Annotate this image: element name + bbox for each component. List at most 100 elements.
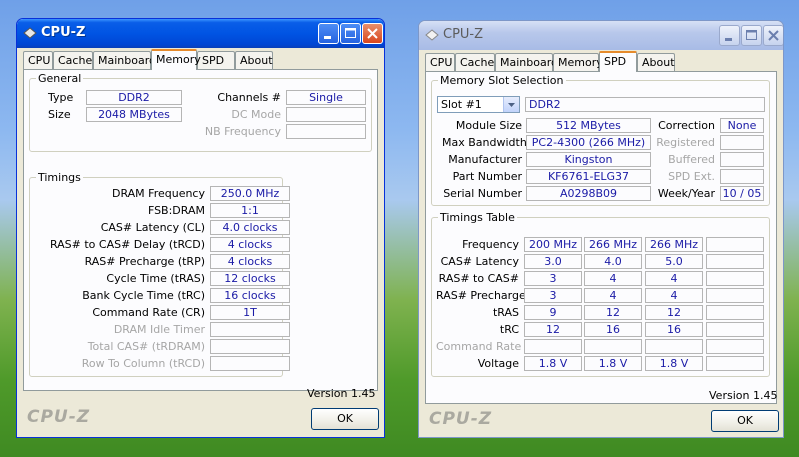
tab-memory[interactable]: Memory (151, 49, 201, 70)
buffered-label: Buffered (668, 153, 715, 166)
timings-table-row-label: Voltage (477, 357, 519, 370)
buffered-value (720, 152, 764, 167)
type-label: Type (48, 91, 74, 104)
close-button[interactable] (763, 25, 783, 46)
tab-about[interactable]: About (637, 53, 675, 71)
timings-table-cell: 16 (584, 322, 642, 337)
timing-value: 4 clocks (210, 237, 290, 252)
module-size-label: Module Size (455, 119, 522, 132)
nb-frequency-value (286, 124, 366, 139)
cpuz-brand-logo: CPU-Z (429, 409, 493, 429)
timing-label: Bank Cycle Time (tRC) (82, 289, 205, 302)
timings-table-cell: 266 MHz (584, 237, 642, 252)
tab-spd[interactable]: SPD (599, 51, 637, 72)
correction-value: None (720, 118, 764, 133)
size-value: 2048 MBytes (86, 107, 182, 122)
timings-table-row-label: RAS# to CAS# (438, 272, 519, 285)
timings-table-group: Timings Table Frequency 200 MHz 266 MHz 266… (431, 211, 770, 377)
cpuz-app-icon (23, 27, 37, 39)
minimize-button[interactable] (719, 25, 740, 46)
timings-table-cell (706, 305, 764, 320)
channels-value: Single (286, 90, 366, 105)
close-icon (367, 28, 378, 39)
version-label: Version 1.45 (307, 387, 376, 400)
title-bar[interactable]: CPU-Z (17, 19, 384, 48)
memory-slot-selection-label: Memory Slot Selection (438, 74, 566, 87)
maximize-button[interactable] (741, 25, 762, 46)
title-bar[interactable]: CPU-Z (419, 21, 783, 50)
memory-slot-selection-group: Memory Slot Selection Slot #1 DDR2 Modul… (431, 74, 770, 206)
timings-table-cell: 3.0 (524, 254, 582, 269)
timing-label: DRAM Idle Timer (113, 323, 205, 336)
timings-table-row-label: RAS# Precharge (436, 289, 526, 302)
timing-value: 250.0 MHz (210, 186, 290, 201)
nb-frequency-label: NB Frequency (204, 125, 281, 138)
close-button[interactable] (362, 23, 383, 44)
spd-ext-label: SPD Ext. (668, 170, 715, 183)
manufacturer-label: Manufacturer (448, 153, 522, 166)
minimize-button[interactable] (318, 23, 339, 44)
week-year-value: 10 / 05 (720, 186, 764, 201)
tab-mainboard[interactable]: Mainboard (495, 53, 558, 71)
timing-value: 16 clocks (210, 288, 290, 303)
serial-number-value: A0298B09 (526, 186, 651, 201)
serial-number-label: Serial Number (443, 187, 522, 200)
ok-button[interactable]: OK (311, 408, 379, 430)
tab-cache[interactable]: Cache (455, 53, 495, 71)
timings-table-cell: 3 (524, 271, 582, 286)
dc-mode-label: DC Mode (231, 108, 281, 121)
timings-table-cell (706, 339, 764, 354)
window-title: CPU-Z (41, 25, 86, 40)
tab-cpu[interactable]: CPU (23, 51, 53, 69)
timing-label: CAS# Latency (CL) (100, 221, 205, 234)
ok-button[interactable]: OK (711, 410, 779, 432)
maximize-icon (746, 30, 757, 40)
timings-table-cell: 4 (645, 288, 703, 303)
tab-cache[interactable]: Cache (53, 51, 93, 69)
timings-table-cell: 1.8 V (645, 356, 703, 371)
timings-group-label: Timings (36, 171, 83, 184)
tab-cpu[interactable]: CPU (425, 53, 455, 71)
timings-table-cell: 1.8 V (524, 356, 582, 371)
timing-value (210, 339, 290, 354)
spd-panel: Memory Slot Selection Slot #1 DDR2 Modul… (425, 71, 777, 404)
timing-value: 12 clocks (210, 271, 290, 286)
registered-value (720, 135, 764, 150)
tab-memory[interactable]: Memory (553, 53, 603, 71)
channels-label: Channels # (217, 91, 281, 104)
tab-about[interactable]: About (235, 51, 273, 69)
correction-label: Correction (658, 119, 715, 132)
cpuz-app-icon (425, 29, 439, 41)
timings-table-cell: 266 MHz (645, 237, 703, 252)
maximize-button[interactable] (340, 23, 361, 44)
timings-table-cell: 12 (645, 305, 703, 320)
dropdown-arrow[interactable] (503, 97, 519, 112)
tab-mainboard[interactable]: Mainboard (93, 51, 156, 69)
timing-label: RAS# Precharge (tRP) (84, 255, 205, 268)
timing-value: 1:1 (210, 203, 290, 218)
minimize-icon (324, 36, 331, 39)
timings-table-cell (584, 339, 642, 354)
memory-panel: General Type DDR2 Size 2048 MBytes Chann… (23, 69, 378, 391)
slot-select[interactable]: Slot #1 (437, 96, 520, 113)
timings-table-cell (706, 254, 764, 269)
timings-table-cell: 12 (584, 305, 642, 320)
timings-group: Timings DRAM Frequency 250.0 MHz FSB:DRAM 1… (29, 171, 290, 377)
manufacturer-value: Kingston (526, 152, 651, 167)
chevron-down-icon (508, 103, 515, 107)
timing-label: Row To Column (tRCD) (81, 357, 205, 370)
max-bandwidth-value: PC2-4300 (266 MHz) (526, 135, 651, 150)
size-label: Size (48, 108, 71, 121)
timings-table-cell: 12 (524, 322, 582, 337)
tab-spd[interactable]: SPD (197, 51, 235, 69)
cpuz-window-memory: CPU-Z CPU Cache Mainboard Memory SPD About Ge… (16, 18, 385, 438)
timings-table-row-label: Command Rate (436, 340, 522, 353)
timing-value: 4 clocks (210, 254, 290, 269)
window-title: CPU-Z (443, 27, 484, 42)
timing-value: 1T (210, 305, 290, 320)
timings-table-cell (706, 288, 764, 303)
timing-label: RAS# to CAS# Delay (tRCD) (49, 238, 205, 251)
timings-table-cell: 1.8 V (584, 356, 642, 371)
max-bandwidth-label: Max Bandwidth (442, 136, 527, 149)
timings-table-cell (706, 322, 764, 337)
